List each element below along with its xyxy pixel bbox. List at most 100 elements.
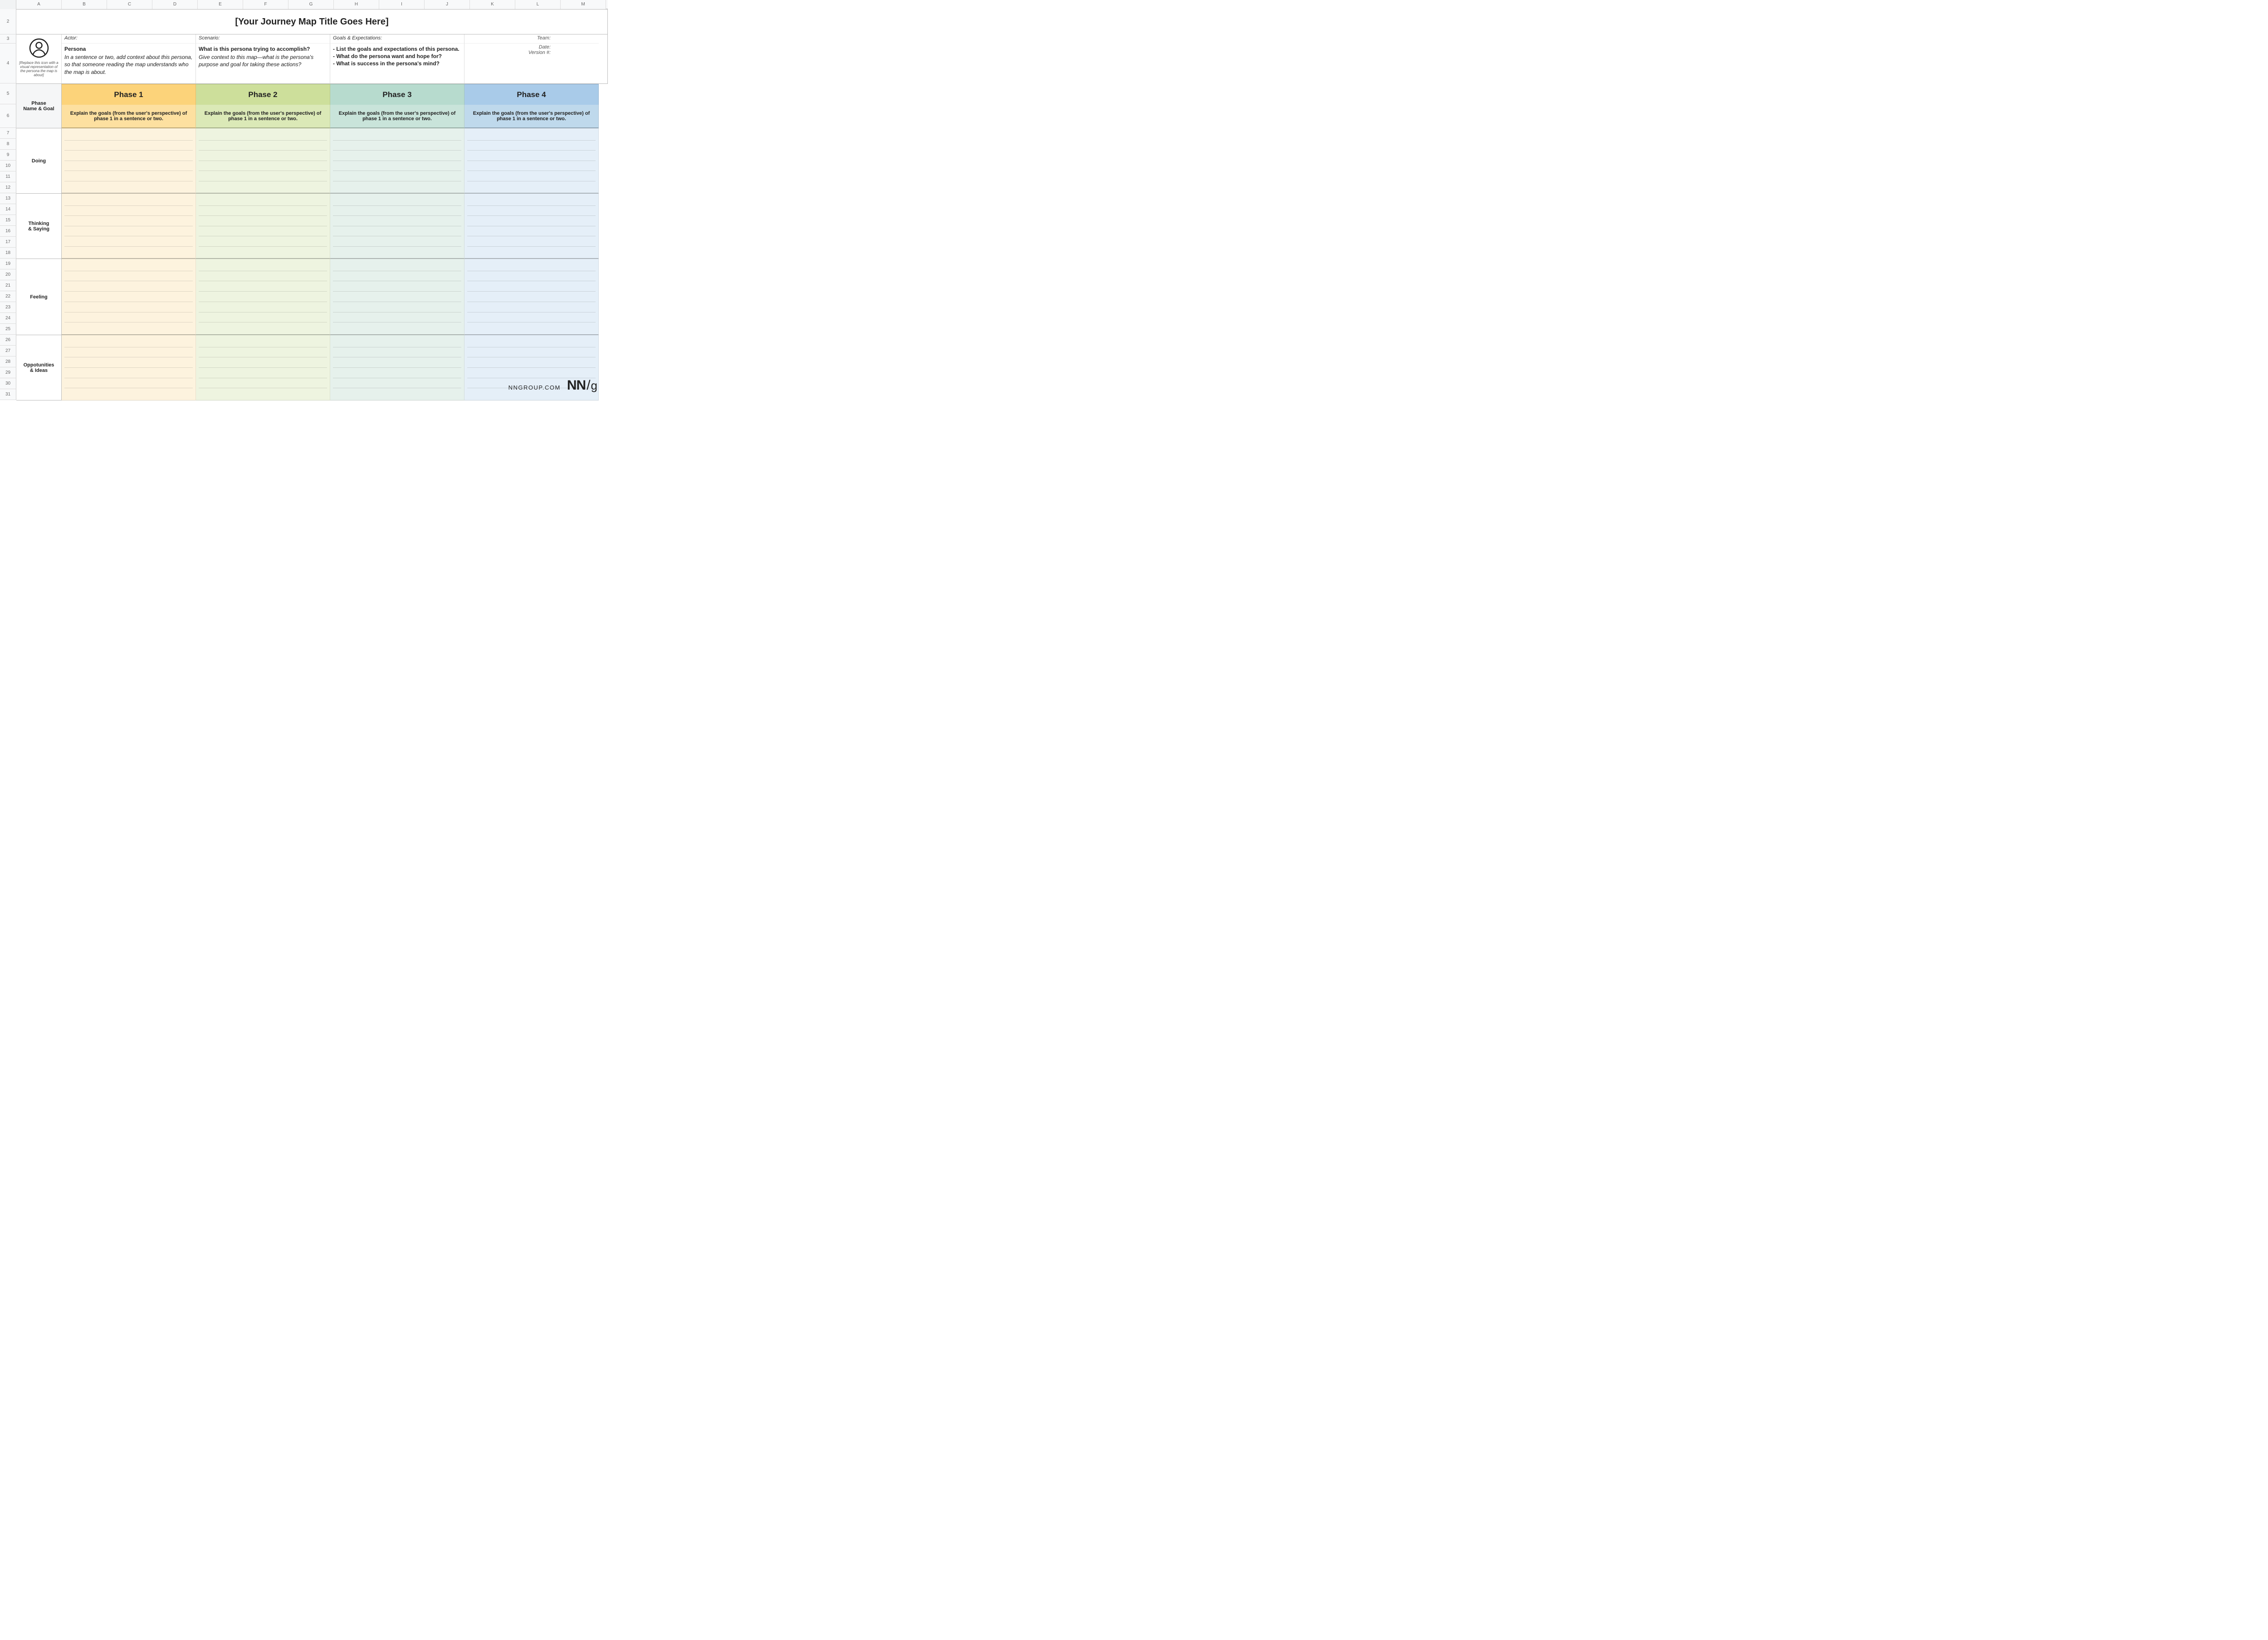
cell[interactable] (199, 312, 327, 323)
cell[interactable] (64, 368, 193, 378)
row-header[interactable]: 12 (0, 182, 16, 193)
scenario-cell[interactable]: What is this persona trying to accomplis… (196, 44, 330, 83)
cell[interactable] (64, 236, 193, 247)
phase-3-goal[interactable]: Explain the goals (from the user's persp… (330, 105, 464, 128)
cell[interactable] (467, 195, 596, 206)
col-header[interactable]: B (62, 0, 107, 9)
row-header[interactable]: 26 (0, 335, 16, 346)
cell[interactable] (199, 247, 327, 257)
cell[interactable] (64, 271, 193, 282)
cell[interactable] (199, 161, 327, 171)
cell[interactable] (199, 378, 327, 389)
cell[interactable] (199, 195, 327, 206)
cell[interactable] (64, 171, 193, 181)
cell[interactable] (333, 236, 461, 247)
cell[interactable] (64, 292, 193, 302)
cell[interactable] (333, 247, 461, 257)
cell[interactable] (467, 368, 596, 378)
cell[interactable] (467, 181, 596, 191)
cell[interactable] (64, 141, 193, 151)
cell[interactable] (333, 312, 461, 323)
cell[interactable] (467, 161, 596, 171)
phase-4-header[interactable]: Phase 4 (464, 84, 599, 105)
cell[interactable] (64, 337, 193, 347)
cell[interactable] (64, 281, 193, 292)
cell[interactable] (333, 161, 461, 171)
cell[interactable] (333, 368, 461, 378)
col-header[interactable]: K (470, 0, 515, 9)
col-header[interactable]: G (288, 0, 334, 9)
cell[interactable] (64, 378, 193, 389)
cell[interactable] (467, 271, 596, 282)
row-header[interactable]: 16 (0, 226, 16, 237)
cell[interactable] (333, 378, 461, 389)
persona-icon-cell[interactable]: [Replace this icon with a visual represe… (16, 34, 62, 83)
cell[interactable] (467, 312, 596, 323)
cell[interactable] (467, 236, 596, 247)
cell[interactable] (333, 226, 461, 237)
cell[interactable] (199, 141, 327, 151)
meta-cell[interactable]: Date: Version #: (464, 44, 553, 83)
cell[interactable] (199, 271, 327, 282)
row-header[interactable]: 8 (0, 139, 16, 150)
row-header[interactable]: 30 (0, 378, 16, 389)
cell[interactable] (64, 161, 193, 171)
cell[interactable] (333, 130, 461, 141)
cell[interactable] (64, 347, 193, 358)
col-header[interactable]: L (515, 0, 561, 9)
cell[interactable] (199, 151, 327, 161)
row-header[interactable]: 2 (0, 9, 16, 34)
col-header[interactable]: D (152, 0, 198, 9)
row-header[interactable]: 11 (0, 171, 16, 182)
cell[interactable] (199, 322, 327, 332)
cell[interactable] (467, 130, 596, 141)
cell[interactable] (64, 226, 193, 237)
cell[interactable] (199, 337, 327, 347)
cell[interactable] (64, 181, 193, 191)
row-header[interactable]: 29 (0, 367, 16, 378)
col-header[interactable]: J (425, 0, 470, 9)
phase-3-header[interactable]: Phase 3 (330, 84, 464, 105)
cell[interactable] (64, 206, 193, 216)
cell[interactable] (64, 261, 193, 271)
phase-1-header[interactable]: Phase 1 (62, 84, 196, 105)
cell[interactable] (467, 292, 596, 302)
cell[interactable] (333, 302, 461, 312)
cell[interactable] (467, 322, 596, 332)
cell[interactable] (64, 302, 193, 312)
phase-1-goal[interactable]: Explain the goals (from the user's persp… (62, 105, 196, 128)
col-header[interactable]: F (243, 0, 288, 9)
cell[interactable] (467, 247, 596, 257)
col-header[interactable]: E (198, 0, 243, 9)
col-header[interactable]: H (334, 0, 379, 9)
col-header[interactable]: C (107, 0, 152, 9)
cell[interactable] (467, 216, 596, 226)
cell[interactable] (199, 130, 327, 141)
row-header[interactable]: 6 (0, 104, 16, 128)
cell[interactable] (333, 322, 461, 332)
cell[interactable] (199, 171, 327, 181)
cell[interactable] (333, 281, 461, 292)
cell[interactable] (333, 181, 461, 191)
row-header[interactable]: 9 (0, 150, 16, 161)
cell[interactable] (64, 322, 193, 332)
journey-map-title[interactable]: [Your Journey Map Title Goes Here] (16, 9, 608, 34)
cell[interactable] (64, 312, 193, 323)
cell[interactable] (333, 388, 461, 398)
phase-4-goal[interactable]: Explain the goals (from the user's persp… (464, 105, 599, 128)
row-header[interactable]: 28 (0, 356, 16, 367)
cell[interactable] (64, 388, 193, 398)
cell[interactable] (333, 206, 461, 216)
cell[interactable] (199, 226, 327, 237)
cell[interactable] (199, 216, 327, 226)
row-header[interactable]: 31 (0, 389, 16, 400)
cell[interactable] (333, 171, 461, 181)
cell[interactable] (199, 261, 327, 271)
cell[interactable] (199, 292, 327, 302)
cell[interactable] (467, 206, 596, 216)
cell[interactable] (64, 357, 193, 368)
cell[interactable] (199, 388, 327, 398)
row-header[interactable]: 24 (0, 313, 16, 324)
cell[interactable] (333, 141, 461, 151)
cell[interactable] (64, 130, 193, 141)
